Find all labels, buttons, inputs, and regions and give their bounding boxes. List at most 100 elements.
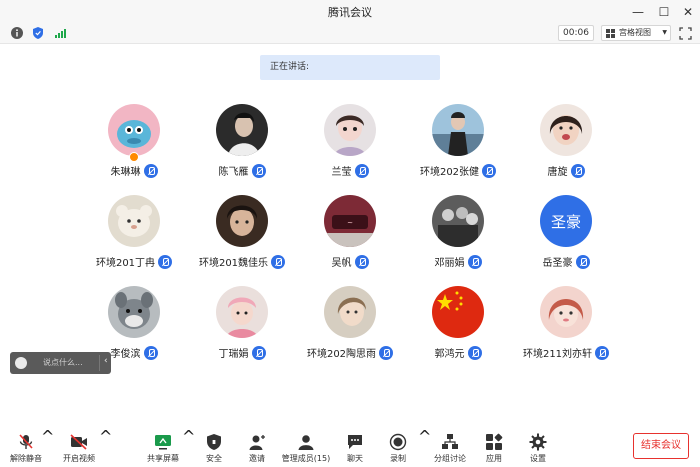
info-icon[interactable] xyxy=(10,26,24,40)
participant-tile[interactable]: 环境202陶思雨 xyxy=(296,286,404,370)
mic-muted-icon xyxy=(158,255,173,269)
chat-placeholder: 说点什么... xyxy=(43,358,83,367)
mic-muted-icon xyxy=(482,164,497,178)
participant-name: 环境202张健 xyxy=(419,167,480,178)
avatar xyxy=(324,104,376,156)
title-bar: 腾讯会议 — ☐ ✕ xyxy=(0,0,700,24)
participant-tile[interactable]: 郭鸿元 xyxy=(404,286,512,370)
avatar xyxy=(432,286,484,338)
maximize-icon[interactable]: ☐ xyxy=(653,2,675,22)
divider xyxy=(99,355,100,371)
participant-name: 李俊滨 xyxy=(110,349,141,360)
participant-name: 兰莹 xyxy=(331,167,352,178)
members-icon xyxy=(298,435,314,450)
avatar xyxy=(432,104,484,156)
avatar xyxy=(216,286,268,338)
avatar xyxy=(108,104,160,156)
avatar xyxy=(540,104,592,156)
shield-icon xyxy=(207,434,221,450)
avatar xyxy=(324,286,376,338)
avatar xyxy=(216,195,268,247)
avatar: ~ xyxy=(324,195,376,247)
participant-tile[interactable]: 环境211刘亦轩 xyxy=(512,286,620,370)
collapse-chevron-icon[interactable]: ‹ xyxy=(104,356,108,366)
participant-name: 朱琳琳 xyxy=(110,167,141,178)
participant-tile[interactable]: 丁瑞娟 xyxy=(188,286,296,370)
mic-muted-icon xyxy=(570,164,585,178)
record-icon xyxy=(389,433,407,451)
settings-button[interactable]: 设置 xyxy=(513,427,563,467)
participant-name: 陈飞雁 xyxy=(218,167,249,178)
gear-icon xyxy=(529,433,547,451)
end-meeting-button[interactable]: 结束会议 xyxy=(633,433,689,459)
bottom-toolbar: 解除静音 ^ 开启视频 ^ 共享屏幕 ^ 安全 邀请 管理成员(15) 聊天 录… xyxy=(0,427,700,467)
shield-icon[interactable] xyxy=(31,26,45,40)
participant-tile[interactable]: 朱琳琳 xyxy=(80,104,188,188)
chat-quick-input[interactable]: 说点什么... ‹ xyxy=(10,352,111,374)
avatar-initials: 圣豪 xyxy=(551,213,581,231)
view-mode-label: 宫格视图 xyxy=(619,28,651,37)
participant-name: 郭鸿元 xyxy=(434,349,465,360)
participant-name: 环境202陶思雨 xyxy=(306,349,377,360)
participant-name: 唐旋 xyxy=(547,167,568,178)
participant-tile[interactable]: 兰莹 xyxy=(296,104,404,188)
video-off-icon xyxy=(70,434,87,450)
meeting-window: 腾讯会议 — ☐ ✕ 00:06 宫格视图 ▼ 正在讲话: 朱琳琳 陈飞雁 兰莹… xyxy=(0,0,700,467)
participant-tile[interactable]: 环境201魏佳乐 xyxy=(188,195,296,279)
apps-icon xyxy=(486,433,503,450)
participant-tile[interactable]: 邓丽娟 xyxy=(404,195,512,279)
participant-name: 岳圣豪 xyxy=(542,258,573,269)
participant-name: 环境211刘亦轩 xyxy=(522,349,593,360)
minimize-icon[interactable]: — xyxy=(627,2,649,22)
participant-name: 环境201丁冉 xyxy=(95,258,156,269)
mic-muted-icon xyxy=(467,255,482,269)
participant-name: 吴帆 xyxy=(331,258,352,269)
svg-text:~: ~ xyxy=(347,219,353,227)
avatar xyxy=(216,104,268,156)
mic-muted-icon xyxy=(379,346,394,360)
avatar xyxy=(432,195,484,247)
participant-tile[interactable]: 唐旋 xyxy=(512,104,620,188)
breakout-icon xyxy=(442,434,458,449)
meeting-topbar: 00:06 宫格视图 ▼ xyxy=(0,24,700,44)
participant-tile[interactable]: 环境202张健 xyxy=(404,104,512,188)
mic-muted-icon xyxy=(251,164,266,178)
mic-muted-icon xyxy=(271,255,286,269)
mic-muted-icon xyxy=(143,164,158,178)
host-badge-icon xyxy=(129,152,139,162)
participant-tile[interactable]: 环境201丁冉 xyxy=(80,195,188,279)
window-title: 腾讯会议 xyxy=(328,6,372,19)
view-mode-dropdown[interactable]: 宫格视图 ▼ xyxy=(601,25,671,41)
participant-name: 环境201魏佳乐 xyxy=(198,258,269,269)
mic-muted-icon xyxy=(595,346,610,360)
avatar xyxy=(108,286,160,338)
participant-name: 邓丽娟 xyxy=(434,258,465,269)
close-icon[interactable]: ✕ xyxy=(677,2,699,22)
avatar xyxy=(108,195,160,247)
settings-label: 设置 xyxy=(530,454,546,463)
video-options-chevron-icon[interactable]: ^ xyxy=(99,427,112,467)
mic-muted-icon xyxy=(575,255,590,269)
grid-view-icon xyxy=(606,29,615,38)
meeting-timer: 00:06 xyxy=(558,25,594,41)
participant-tile[interactable]: 圣豪 岳圣豪 xyxy=(512,195,620,279)
participant-tile[interactable]: 陈飞雁 xyxy=(188,104,296,188)
emoji-icon[interactable] xyxy=(15,357,27,369)
fullscreen-icon[interactable] xyxy=(679,27,692,40)
mic-muted-icon xyxy=(467,346,482,360)
mic-muted-icon xyxy=(143,346,158,360)
mic-muted-icon xyxy=(251,346,266,360)
avatar: 圣豪 xyxy=(540,195,592,247)
mic-muted-icon xyxy=(354,164,369,178)
chat-icon xyxy=(348,435,362,449)
mic-muted-icon xyxy=(354,255,369,269)
add-user-icon xyxy=(249,435,265,450)
start-video-button[interactable]: 开启视频 xyxy=(54,427,104,467)
participant-tile[interactable]: ~ 吴帆 xyxy=(296,195,404,279)
speaking-indicator: 正在讲话: xyxy=(260,55,440,80)
chevron-down-icon: ▼ xyxy=(662,29,667,36)
share-screen-icon xyxy=(155,435,171,450)
signal-icon[interactable] xyxy=(53,26,67,40)
avatar xyxy=(540,286,592,338)
mic-off-icon xyxy=(19,434,33,449)
